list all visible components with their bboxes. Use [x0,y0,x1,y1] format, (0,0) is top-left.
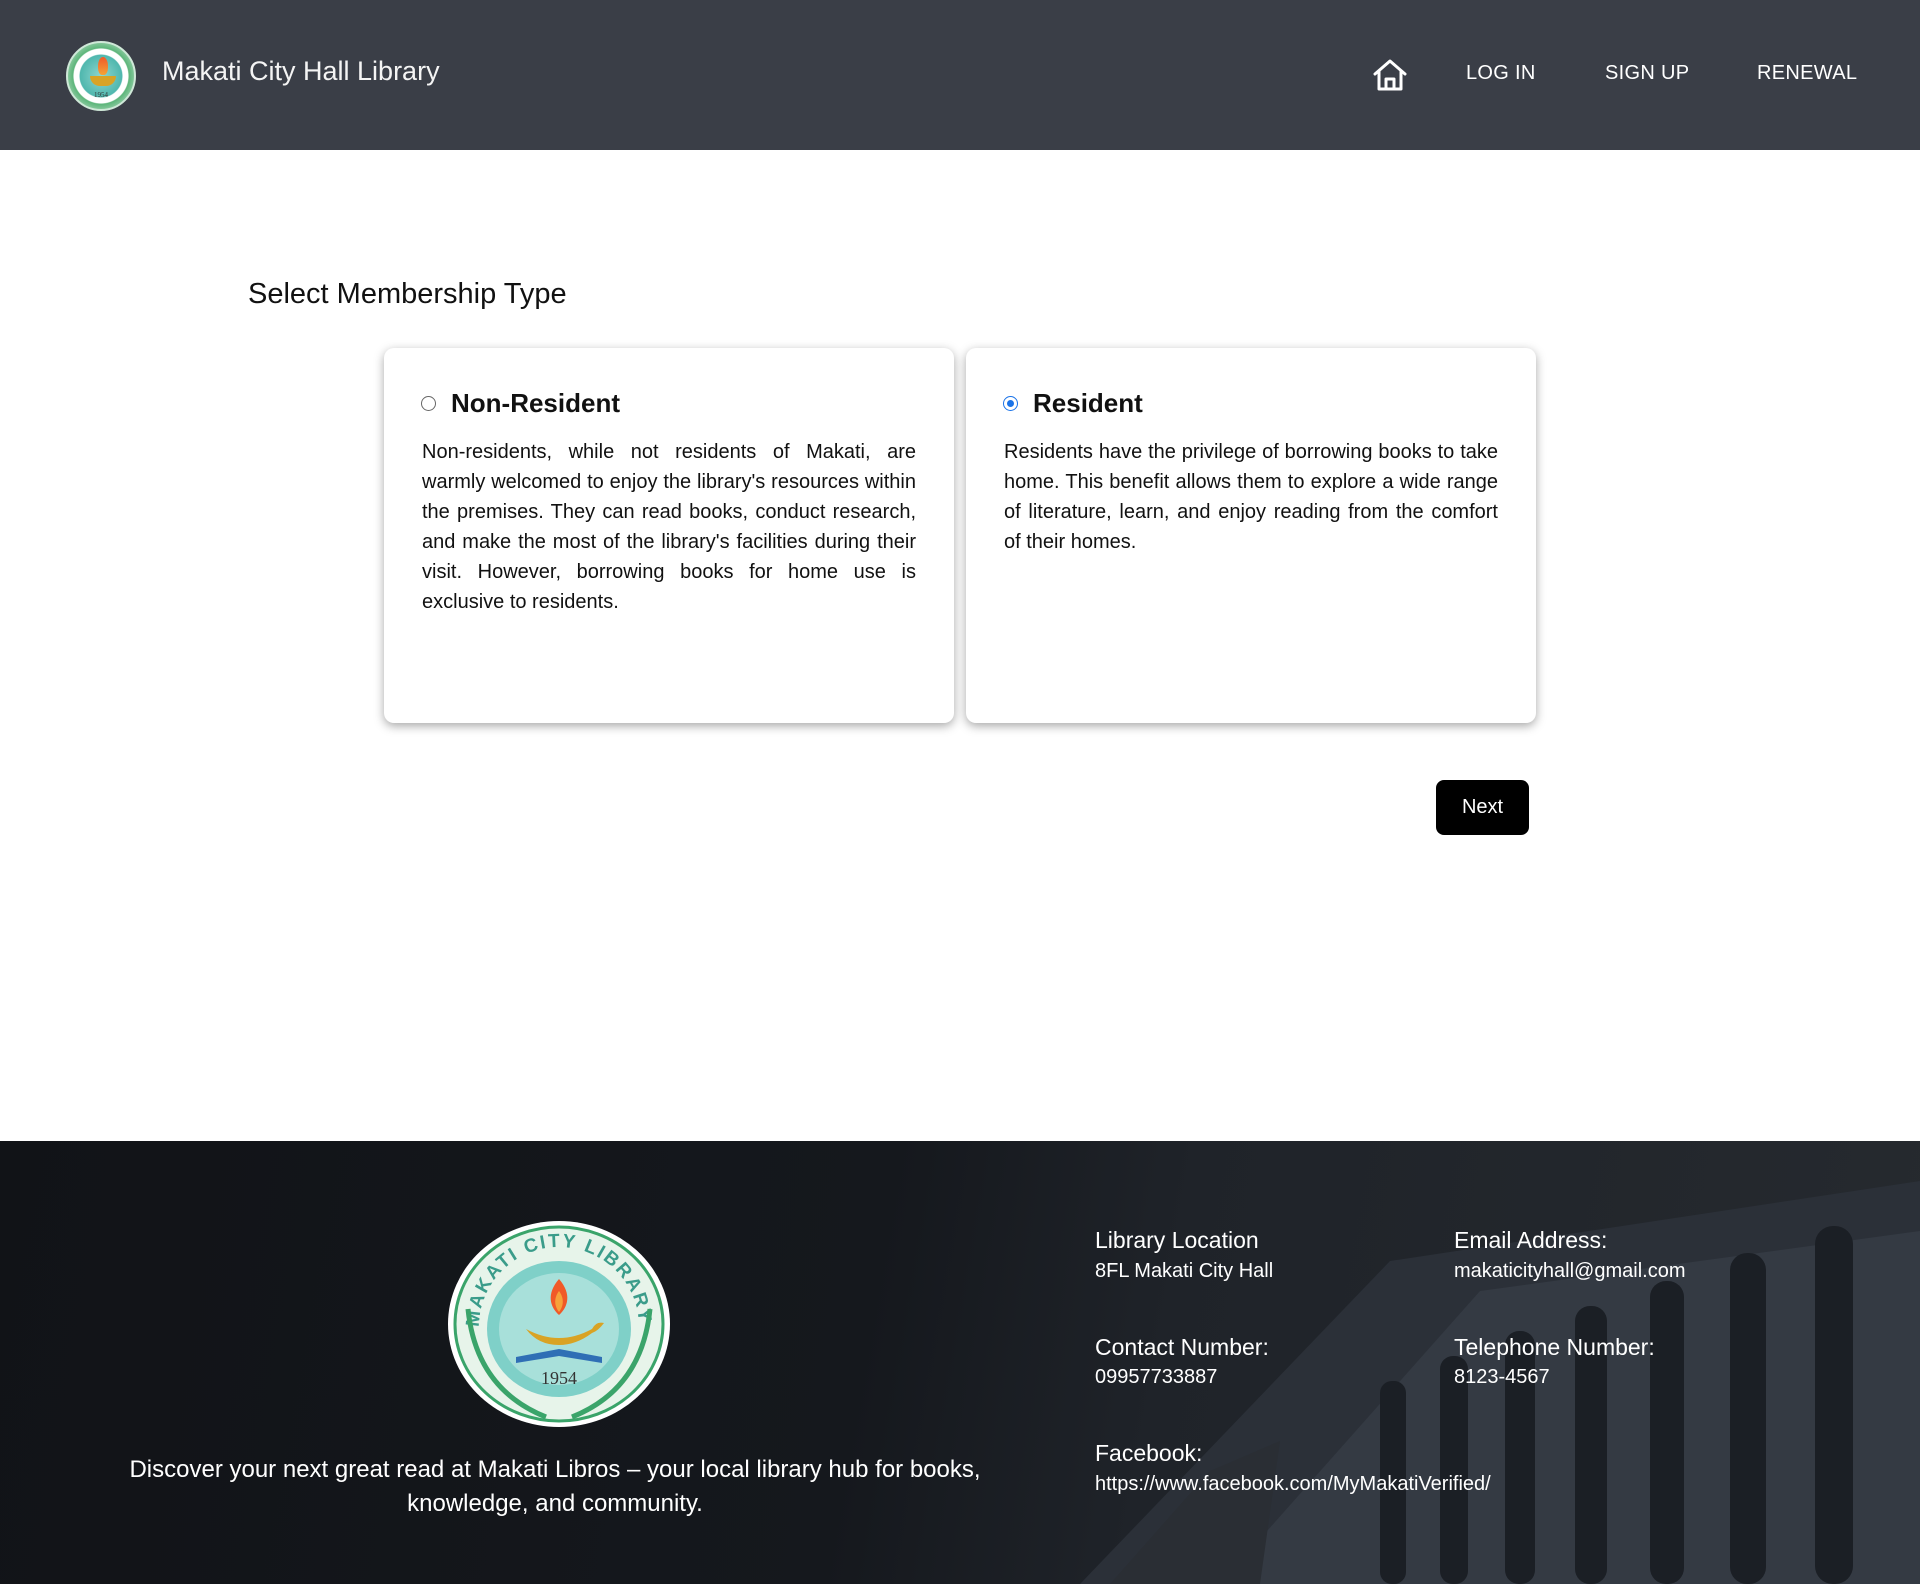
location-value: 8FL Makati City Hall [1095,1260,1274,1282]
contact-value: 09957733887 [1095,1366,1218,1388]
top-navbar: 1954 Makati City Hall Library LOG IN SIG… [0,0,1920,150]
non-resident-title: Non-Resident [451,388,620,418]
resident-description: Residents have the privilege of borrowin… [1004,441,1498,553]
library-logo[interactable]: 1954 [66,41,136,111]
page-title: Select Membership Type [248,278,567,310]
facebook-label: Facebook: [1095,1440,1203,1466]
logo-year: 1954 [94,91,108,99]
lamp-icon [90,76,116,86]
non-resident-description: Non-residents, while not residents of Ma… [422,441,916,613]
footer: MAKATI CITY LIBRARY 1954 Discover your n… [0,1141,1920,1584]
city-hall-background-image [1080,1181,1920,1584]
membership-card-non-resident[interactable]: Non-Resident Non-residents, while not re… [384,348,954,723]
telephone-label: Telephone Number: [1454,1334,1655,1360]
site-title[interactable]: Makati City Hall Library [162,56,440,87]
nav-renewal-link[interactable]: RENEWAL [1757,62,1857,85]
nav-login-link[interactable]: LOG IN [1466,62,1536,85]
email-value[interactable]: makaticityhall@gmail.com [1454,1260,1685,1283]
facebook-link[interactable]: https://www.facebook.com/MyMakatiVerifie… [1095,1473,1491,1496]
nav-signup-link[interactable]: SIGN UP [1605,62,1689,85]
flame-icon [98,57,108,75]
non-resident-radio[interactable] [421,396,436,411]
location-label: Library Location [1095,1227,1259,1253]
resident-radio[interactable] [1003,396,1018,411]
library-seal-logo: MAKATI CITY LIBRARY 1954 [448,1221,670,1427]
contact-label: Contact Number: [1095,1334,1269,1360]
email-label: Email Address: [1454,1227,1608,1253]
telephone-value: 8123-4567 [1454,1366,1550,1388]
resident-title: Resident [1033,388,1143,418]
footer-tagline: Discover your next great read at Makati … [129,1456,981,1517]
home-icon[interactable] [1372,58,1408,92]
next-button[interactable]: Next [1436,780,1529,835]
seal-year: 1954 [541,1368,577,1388]
membership-card-resident[interactable]: Resident Residents have the privilege of… [966,348,1536,723]
